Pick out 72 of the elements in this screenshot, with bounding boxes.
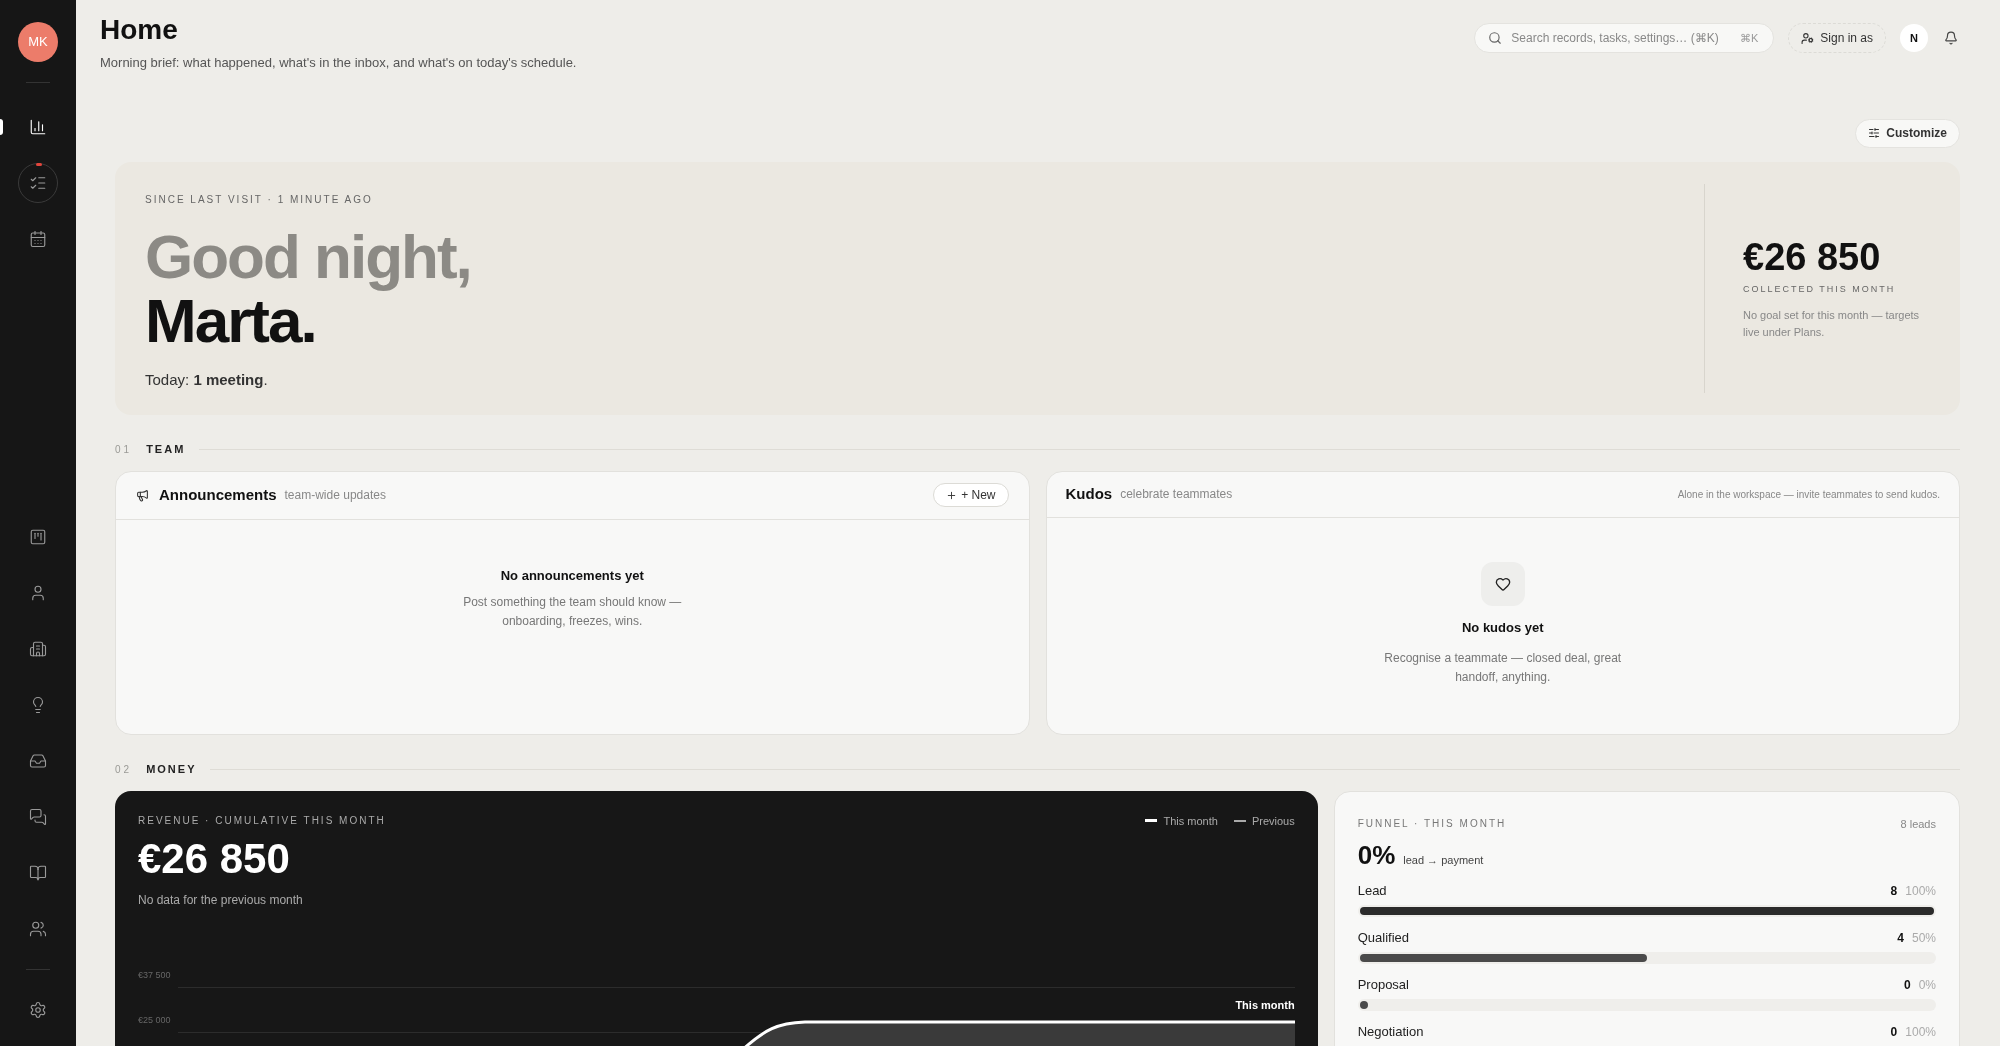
empty-text: Post something the team should know — onboarding, freezes, wins.	[462, 594, 683, 630]
book-icon	[29, 864, 47, 882]
settings-icon	[29, 1001, 47, 1019]
legend-label: This month	[1163, 813, 1218, 829]
search-icon	[1488, 31, 1503, 45]
user-cog-icon	[1801, 31, 1815, 45]
stage-percent: 100%	[1905, 1023, 1936, 1041]
plus-icon	[946, 489, 958, 501]
stage-count: 8	[1890, 882, 1898, 900]
card-title: Announcements	[159, 484, 277, 505]
notifications-button[interactable]	[1942, 29, 1960, 47]
heart-icon	[1494, 575, 1511, 592]
bell-icon	[1944, 31, 1958, 45]
users-icon	[29, 920, 47, 938]
dashed-line-swatch	[1233, 819, 1246, 822]
new-announcement-button[interactable]: + New	[933, 483, 1009, 507]
empty-title: No kudos yet	[1461, 618, 1544, 637]
name-text: Marta.	[145, 288, 317, 353]
chat-icon	[29, 808, 47, 826]
stage-name: Proposal	[1357, 976, 1409, 994]
checklist-icon	[29, 174, 47, 192]
sliders-icon	[1868, 127, 1881, 139]
revenue-note: No data for the previous month	[138, 892, 304, 909]
empty-title: No announcements yet	[500, 566, 644, 585]
collected-label: COLLECTED THIS MONTH	[1743, 283, 1897, 297]
conversion-label: lead → payment	[1403, 853, 1484, 868]
stage-name: Lead	[1357, 882, 1387, 900]
user-avatar-button[interactable]: N	[1900, 24, 1928, 52]
greeting-text: Good night,	[145, 224, 472, 289]
leads-count: 8 leads	[1900, 816, 1936, 832]
hero-eyebrow: SINCE LAST VISIT · 1 MINUTE AGO	[145, 192, 374, 207]
page-title: Home	[100, 13, 179, 47]
section-number: 02	[115, 763, 133, 777]
section-title: TEAM	[146, 442, 186, 458]
axis-tick-label: €25 000	[138, 1014, 172, 1027]
stage-name: Qualified	[1357, 929, 1409, 947]
stage-percent: 50%	[1911, 929, 1936, 947]
inbox-icon	[29, 752, 47, 770]
conversion-rate: 0%	[1357, 839, 1396, 872]
stage-percent: 0%	[1918, 976, 1936, 994]
stage-count: 0	[1890, 1023, 1898, 1041]
calendar-icon	[29, 230, 47, 248]
section-title: MONEY	[146, 762, 197, 778]
collected-amount: €26 850	[1743, 235, 1882, 280]
stage-name: Negotiation	[1357, 1023, 1424, 1041]
page-subtitle: Morning brief: what happened, what's in the inbox, and what's on today's schedule.	[100, 54, 577, 72]
empty-text: Recognise a teammate — closed deal, great handoff, anything.	[1383, 650, 1623, 686]
kudos-hint: Alone in the workspace — invite teammates to send kudos.	[1677, 487, 1940, 502]
user-icon	[29, 584, 47, 602]
stage-count: 0	[1903, 976, 1911, 994]
solid-line-swatch	[1145, 819, 1158, 823]
section-number: 01	[115, 443, 133, 457]
line-end-label: This month	[1235, 998, 1295, 1013]
card-eyebrow: FUNNEL · THIS MONTH	[1357, 817, 1507, 832]
card-subtitle: team-wide updates	[284, 487, 386, 504]
stage-percent: 100%	[1905, 882, 1936, 900]
legend-label: Previous	[1251, 813, 1295, 829]
card-eyebrow: REVENUE · CUMULATIVE THIS MONTH	[138, 814, 386, 829]
kanban-icon	[29, 528, 47, 546]
customize-button[interactable]: Customize	[1855, 118, 1960, 148]
today-summary: Today: 1 meeting.	[145, 369, 269, 390]
goal-note: No goal set for this month — targets live under Plans.	[1743, 307, 1921, 340]
card-title: Kudos	[1065, 483, 1113, 504]
megaphone-icon	[136, 488, 149, 502]
stage-count: 4	[1897, 929, 1904, 947]
revenue-amount: €26 850	[138, 835, 291, 883]
building-icon	[29, 640, 47, 658]
bar-chart-icon	[29, 118, 47, 136]
axis-tick-label: €37 500	[138, 969, 172, 982]
shortcut-hint: ⌘K	[1739, 31, 1759, 45]
settings-button[interactable]	[29, 1001, 47, 1019]
card-subtitle: celebrate teammates	[1120, 486, 1233, 503]
